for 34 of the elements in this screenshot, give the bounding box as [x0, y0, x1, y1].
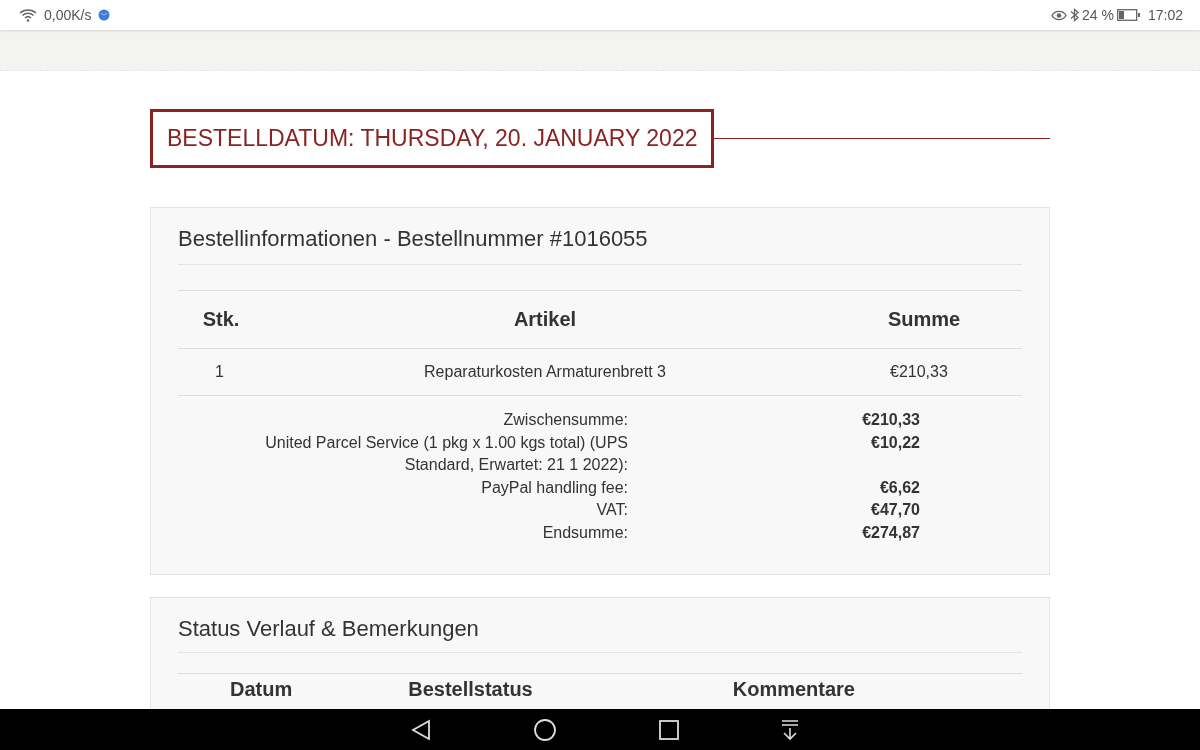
column-header: Kommentare — [732, 678, 855, 702]
total-label: United Parcel Service (1 pkg x 1.00 kgs total) (UPS Standard, Erwartet: 21 1 2022): — [264, 432, 628, 475]
column-header: Datum — [230, 678, 293, 702]
total-value: €210,33 — [861, 410, 920, 430]
wifi-icon — [19, 8, 37, 22]
total-label: VAT: — [595, 500, 628, 520]
total-label: Zwischensumme: — [502, 410, 628, 430]
recents-icon[interactable] — [659, 719, 679, 740]
bluetooth-icon — [1070, 8, 1080, 22]
column-header: Bestellstatus — [408, 678, 533, 702]
battery-icon — [1116, 9, 1141, 21]
column-header: Stk. — [178, 290, 264, 349]
order-date-heading: BESTELLDATUM: THURSDAY, 20. JANUARY 2022 — [150, 109, 715, 168]
battery-percent: 24 % — [1082, 7, 1114, 23]
eye-icon — [1051, 9, 1068, 21]
clock-time: 17:02 — [1147, 7, 1183, 23]
total-value: €47,70 — [870, 500, 920, 520]
total-value: €274,87 — [861, 522, 920, 543]
table-cell: Reparaturkosten Armaturenbrett 3 — [264, 348, 826, 396]
total-value: €6,62 — [878, 477, 920, 498]
total-label: PayPal handling fee: — [480, 477, 628, 498]
total-value: €10,22 — [870, 432, 920, 453]
back-icon[interactable] — [411, 718, 431, 741]
table-cell: €210,33 — [826, 348, 1022, 396]
panel-title: Bestellinformationen - Bestellnummer #1016055 — [178, 226, 649, 253]
download-icon[interactable] — [781, 718, 799, 741]
panel-title: Status Verlauf & Bemerkungen — [178, 616, 480, 643]
network-speed: 0,00K/s — [44, 7, 92, 23]
column-header: Summe — [826, 290, 1022, 349]
globe-icon — [98, 9, 111, 21]
table-cell: 1 — [178, 348, 264, 396]
home-icon[interactable] — [533, 717, 557, 742]
total-label: Endsumme: — [541, 522, 628, 543]
column-header: Artikel — [264, 290, 826, 349]
